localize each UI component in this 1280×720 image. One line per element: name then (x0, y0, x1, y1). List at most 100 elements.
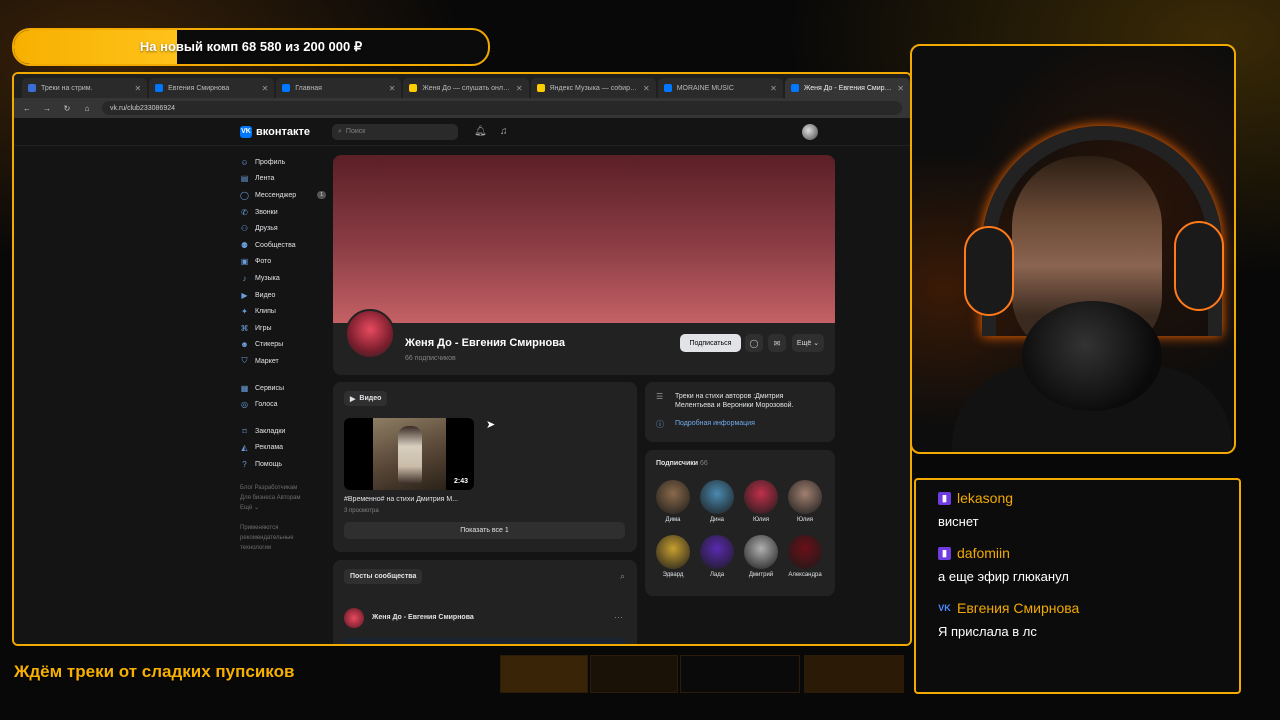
sidebar-item[interactable]: ◎ Голоса (240, 396, 330, 413)
forward-icon[interactable]: → (42, 104, 52, 113)
sidebar-item[interactable]: ⛉ Маркет (240, 353, 330, 370)
avatar (656, 480, 690, 514)
bell-icon[interactable]: 🔔︎ (474, 126, 487, 137)
tab-title: Женя До — слушать онлайн с (422, 84, 511, 92)
community-avatar[interactable] (345, 309, 395, 359)
sidebar-item[interactable]: ◭ Реклама (240, 440, 330, 457)
unread-badge: 1 (317, 191, 326, 200)
browser-tab[interactable]: Женя До - Евгения Смирнова ✕ (784, 78, 910, 98)
browser-tab[interactable]: Треки на стрим. ✕ (22, 78, 148, 98)
subscriber-item[interactable]: Александра (785, 535, 825, 578)
music-note-icon[interactable]: ♫ (500, 126, 508, 137)
post-author-avatar[interactable] (344, 608, 364, 628)
subscribe-button[interactable]: Подписаться (680, 334, 741, 352)
sidebar-item-label: Маркет (255, 357, 279, 365)
close-icon[interactable]: ✕ (643, 84, 650, 93)
sidebar-item[interactable]: ✆ Звонки (240, 204, 330, 221)
subscribers-title[interactable]: Подписчики 66 (656, 460, 708, 467)
sidebar-item[interactable]: ▦ Сервисы (240, 380, 330, 397)
sidebar-item[interactable]: ⌘ Игры (240, 320, 330, 337)
post-author-name[interactable]: Женя До - Евгения Смирнова (372, 614, 474, 621)
message-icon[interactable]: ◯ (745, 334, 763, 352)
footer-links[interactable]: Ещё ⌄ (240, 503, 330, 513)
subscriber-item[interactable]: Эдвард (653, 535, 693, 578)
community-description: Треки на стихи авторов :Дмитрия Мелентье… (675, 393, 794, 409)
search-placeholder: Поиск (345, 128, 366, 135)
close-icon[interactable]: ✕ (389, 84, 396, 93)
footer-links[interactable]: Блог Разработчикам (240, 483, 330, 493)
subscriber-item[interactable]: Лада (697, 535, 737, 578)
close-icon[interactable]: ✕ (134, 84, 141, 93)
chat-text: виснет (938, 514, 979, 529)
bookmark-icon: ⌑ (242, 426, 247, 436)
sidebar-item[interactable]: ▤ Лента (240, 171, 330, 188)
home-icon[interactable]: ⌂ (82, 104, 92, 113)
subscriber-item[interactable]: Дима (653, 480, 693, 523)
reload-icon[interactable]: ↻ (62, 104, 72, 113)
info-block: ☰ Треки на стихи авторов :Дмитрия Мелент… (645, 382, 835, 442)
sidebar-item[interactable]: ⌑ Закладки (240, 423, 330, 440)
sidebar-item[interactable]: ☻ Стикеры (240, 337, 330, 354)
subscriber-item[interactable]: Юлия (785, 480, 825, 523)
tab-title: Яндекс Музыка — собираем м (549, 84, 638, 92)
sidebar-item[interactable]: ? Помощь (240, 456, 330, 473)
subscriber-item[interactable]: Дина (697, 480, 737, 523)
phone-icon: ✆ (241, 207, 248, 217)
stickers-icon: ☻ (240, 340, 249, 350)
video-title[interactable]: #Временно# на стихи Дмитрия М... (344, 496, 458, 503)
chat-icon: ◯ (240, 190, 249, 200)
show-all-videos-button[interactable]: Показать все 1 (344, 522, 625, 539)
mail-icon[interactable]: ✉ (768, 334, 786, 352)
vk-icon (663, 84, 672, 92)
search-icon[interactable]: ⌕ (620, 571, 625, 582)
subscriber-item[interactable]: Дмитрий (741, 535, 781, 578)
details-link[interactable]: Подробная информация (675, 420, 755, 427)
sidebar-item[interactable]: ▶ Видео (240, 287, 330, 304)
subscribers-count: 66 (700, 460, 708, 467)
close-icon[interactable]: ✕ (770, 84, 777, 93)
subscriber-item[interactable]: Юлия (741, 480, 781, 523)
community-subscribers[interactable]: 66 подписчиков (405, 355, 456, 362)
vk-logo-icon: VK (240, 125, 252, 138)
sidebar-item[interactable]: ☺ Профиль (240, 154, 330, 171)
services-icon: ▦ (240, 383, 249, 393)
sidebar-item-label: Реклама (255, 444, 284, 452)
vk-logo[interactable]: VK вконтакте (240, 125, 310, 138)
sidebar-item[interactable]: ▣ Фото (240, 254, 330, 271)
address-bar[interactable]: vk.ru/club233086924 (102, 101, 902, 115)
sidebar-item[interactable]: ⚉ Сообщества (240, 237, 330, 254)
yandex-music-icon (409, 84, 418, 92)
back-icon[interactable]: ← (22, 104, 32, 113)
groups-icon: ⚉ (240, 240, 249, 250)
sidebar-item[interactable]: ✦ Клипы (240, 303, 330, 320)
more-dots-icon[interactable]: ··· (614, 612, 623, 622)
video-icon: ▶ (350, 395, 356, 403)
more-button[interactable]: Ещё ⌄ (792, 334, 824, 352)
tab-title: Главная (295, 84, 322, 92)
browser-tab[interactable]: Евгения Смирнова ✕ (149, 78, 275, 98)
close-icon[interactable]: ✕ (262, 84, 269, 93)
sidebar-item-label: Игры (255, 324, 272, 332)
sidebar-item[interactable]: ◯ Мессенджер 1 (240, 187, 330, 204)
sidebar-item[interactable]: ⚇ Друзья (240, 220, 330, 237)
vk-icon: VK (938, 603, 951, 613)
sidebar-item[interactable]: ♪ Музыка (240, 270, 330, 287)
bars-icon (28, 84, 36, 92)
user-avatar[interactable] (802, 123, 818, 140)
footer-links[interactable]: Для бизнеса Авторам (240, 493, 330, 503)
browser-tab[interactable]: MORAINE MUSIC ✕ (657, 78, 783, 98)
video-thumbnail[interactable]: 2:43 (344, 418, 474, 490)
avatar (744, 535, 778, 569)
music-icon: ♪ (242, 273, 247, 283)
chat-username: dafomiin (957, 545, 1010, 561)
browser-tab[interactable]: Женя До — слушать онлайн с ✕ (403, 78, 529, 98)
video-section-label[interactable]: ▶ Видео (344, 391, 388, 406)
close-icon[interactable]: ✕ (516, 84, 523, 93)
browser-tab[interactable]: Главная ✕ (276, 78, 402, 98)
stream-chat: ▮ lekasong виснет ▮ dafomiin а еще эфир глюка… (914, 478, 1241, 694)
browser-tab[interactable]: Яндекс Музыка — собираем м ✕ (530, 78, 656, 98)
close-icon[interactable]: ✕ (897, 84, 904, 93)
webcam-frame (910, 44, 1236, 454)
posts-label[interactable]: Посты сообщества (344, 569, 423, 584)
vk-search-input[interactable]: ⌕ Поиск (332, 123, 458, 140)
